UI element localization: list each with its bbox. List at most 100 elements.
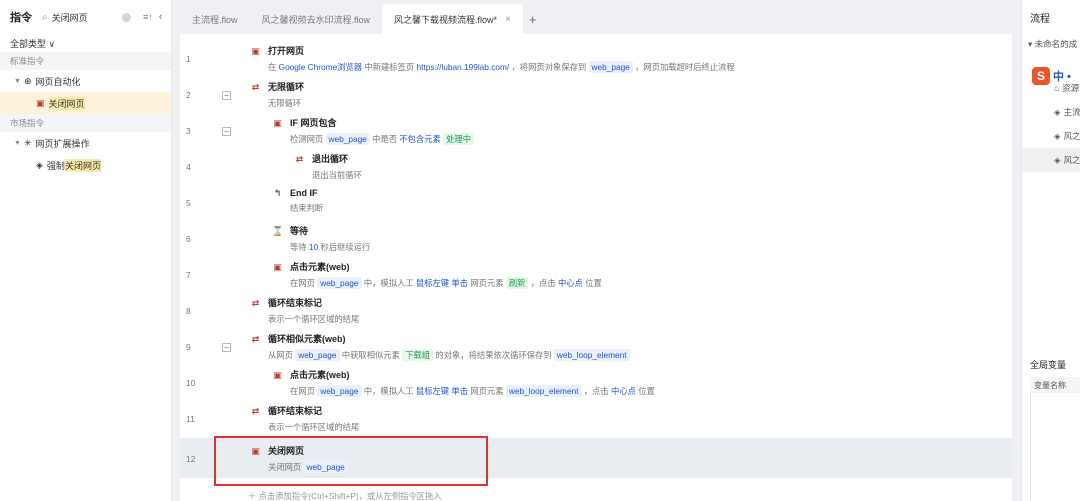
variable-tag[interactable]: web_page: [317, 385, 362, 397]
variable-tag[interactable]: web_page: [317, 277, 362, 289]
group-label: 网页扩展操作: [35, 138, 90, 149]
line-number: 6: [186, 234, 191, 244]
search-icon: ⌕: [42, 11, 48, 23]
command-loop-end[interactable]: ⇄ 循环结束标记 表示一个循环区域的结尾: [250, 404, 360, 433]
add-command-hint[interactable]: ＋ 点击添加指令(Ctrl+Shift+P)，或从左侧指令区拖入: [248, 490, 442, 501]
command-desc: 退出当前循环: [312, 170, 362, 180]
flow-step[interactable]: 1 ▣ 打开网页 在 Google Chrome浏览器 中新建标签页 https:…: [180, 40, 1012, 76]
line-number: 11: [186, 414, 195, 424]
flow-step[interactable]: 6 ⌛ 等待 等待 10 秒后继续运行: [180, 220, 1012, 256]
element-tag[interactable]: 处理中: [443, 133, 475, 145]
spider-icon: ✳: [24, 137, 32, 148]
flow-step[interactable]: 10 ▣ 点击元素(web) 在网页 web_page 中，模拟人工 鼠标左键 单…: [180, 364, 1012, 400]
tree-group-web-extension[interactable]: ▼ ✳ 网页扩展操作: [0, 132, 171, 154]
flow-step[interactable]: 7 ▣ 点击元素(web) 在网页 web_page 中，模拟人工 鼠标左键 单击…: [180, 256, 1012, 292]
flow-step[interactable]: 5 ↰ End IF 结束判断: [180, 184, 1012, 220]
highlight-box: [214, 436, 488, 486]
command-desc: 等待 10 秒后继续运行: [290, 242, 371, 252]
loop-icon: ⇄: [251, 81, 260, 92]
command-click-element[interactable]: ▣ 点击元素(web) 在网页 web_page 中，模拟人工 鼠标左键 单击 网…: [272, 368, 655, 397]
section-standard: 标准指令: [0, 52, 171, 70]
flow-step[interactable]: 8 ⇄ 循环结束标记 表示一个循环区域的结尾: [180, 292, 1012, 328]
element-tag[interactable]: 刷新: [505, 277, 529, 289]
leaf-label: 关闭网页: [48, 96, 85, 110]
variables-table-body: [1030, 393, 1080, 501]
variable-tag[interactable]: web_page: [588, 61, 633, 73]
tree-item-flow[interactable]: ◈ 风之: [1022, 124, 1080, 148]
category-filter[interactable]: 全部类型 ∨: [0, 34, 171, 52]
flow-step[interactable]: 2 − ⇄ 无限循环 无限循环: [180, 76, 1012, 112]
element-tag[interactable]: 下载组: [402, 349, 434, 361]
leaf-label-highlight: 关闭网页: [64, 158, 101, 172]
expand-arrow-icon[interactable]: ▼: [14, 78, 24, 85]
variable-tag[interactable]: web_page: [295, 349, 340, 361]
search-value[interactable]: 关闭网页: [52, 11, 88, 24]
flow-step[interactable]: 4 ⇄ 退出循环 退出当前循环: [180, 148, 1012, 184]
command-title: 循环结束标记: [268, 298, 323, 308]
sort-icon[interactable]: ≡↑: [143, 12, 153, 22]
command-wait[interactable]: ⌛ 等待 等待 10 秒后继续运行: [272, 224, 370, 253]
browser-window-icon: ▣: [36, 97, 45, 108]
command-loop-similar-elements[interactable]: ⇄ 循环相似元素(web) 从网页 web_page 中获取相似元素 下载组 的对…: [250, 332, 630, 361]
variable-tag[interactable]: web_loop_element: [553, 349, 630, 361]
command-title: 等待: [290, 226, 309, 236]
command-title: 循环相似元素(web): [268, 334, 346, 344]
line-number: 3: [186, 126, 191, 136]
flow-step[interactable]: 3 − ▣ IF 网页包含 检测网页 web_page 中是否 不包含元素 处理中: [180, 112, 1012, 148]
collapse-panel-icon[interactable]: ‹: [159, 11, 163, 23]
command-desc: 在网页 web_page 中，模拟人工 鼠标左键 单击 网页元素 web_loo…: [290, 385, 655, 397]
tab-bar: 主流程.flow 风之馨视频去水印流程.flow 风之馨下载视频流程.flow*…: [172, 0, 1021, 34]
command-if-page-contains[interactable]: ▣ IF 网页包含 检测网页 web_page 中是否 不包含元素 处理中: [272, 116, 475, 145]
fold-toggle[interactable]: −: [222, 127, 231, 136]
end-if-icon: ↰: [273, 188, 282, 198]
variable-tag[interactable]: web_page: [325, 133, 370, 145]
sogou-logo-icon: S: [1032, 67, 1050, 85]
loop-elements-icon: ⇄: [251, 333, 260, 344]
command-title: 点击元素(web): [290, 370, 350, 380]
tab-main-flow[interactable]: 主流程.flow: [180, 4, 250, 34]
command-loop-end[interactable]: ⇄ 循环结束标记 表示一个循环区域的结尾: [250, 296, 360, 325]
command-panel-header: 指令 ⌕ 关闭网页 ≡↑ ‹: [0, 0, 171, 34]
close-tab-icon[interactable]: ×: [505, 14, 511, 25]
command-desc: 表示一个循环区域的结尾: [268, 422, 360, 432]
variable-name-header: 变量名称: [1030, 377, 1080, 393]
flow-step[interactable]: 11 ⇄ 循环结束标记 表示一个循环区域的结尾: [180, 400, 1012, 436]
command-infinite-loop[interactable]: ⇄ 无限循环 无限循环: [250, 80, 304, 109]
fold-toggle[interactable]: −: [222, 343, 231, 352]
line-number: 9: [186, 342, 191, 352]
global-variables-section: 全局变量 变量名称: [1022, 355, 1080, 501]
global-variables-title: 全局变量: [1030, 359, 1067, 370]
command-open-page[interactable]: ▣ 打开网页 在 Google Chrome浏览器 中新建标签页 https://…: [250, 44, 735, 73]
expand-arrow-icon[interactable]: ▼: [14, 140, 24, 147]
search-input[interactable]: ⌕ 关闭网页: [42, 11, 118, 24]
ime-mode-indicator[interactable]: 中 •: [1053, 68, 1071, 84]
section-market: 市场指令: [0, 114, 171, 132]
command-click-element[interactable]: ▣ 点击元素(web) 在网页 web_page 中，模拟人工 鼠标左键 单击 网…: [272, 260, 602, 289]
variable-tag[interactable]: web_loop_element: [505, 385, 582, 397]
flow-panel-title: 流程: [1030, 13, 1050, 25]
flow-panel: 流程 ▾ 未命名的成 S 中 • ⌂ 资源 ◈ 主流 ◈ 风之 ◈ 风之 全局变量 变量…: [1021, 0, 1080, 501]
command-exit-loop[interactable]: ⇄ 退出循环 退出当前循环: [294, 152, 362, 181]
command-end-if[interactable]: ↰ End IF 结束判断: [272, 188, 323, 214]
tree-group-web-automation[interactable]: ▼ ⊕ 网页自动化: [0, 70, 171, 92]
fold-toggle[interactable]: −: [222, 91, 231, 100]
project-tree-root[interactable]: ▾ 未命名的成: [1022, 34, 1080, 54]
command-title: 无限循环: [268, 82, 305, 92]
command-title: IF 网页包含: [290, 118, 337, 128]
line-number: 8: [186, 306, 191, 316]
line-number: 2: [186, 90, 191, 100]
tree-leaf-force-close[interactable]: ◈ 强制 关闭网页: [0, 154, 171, 176]
tree-leaf-close-page[interactable]: ▣ 关闭网页: [0, 92, 171, 114]
clear-search-icon[interactable]: [122, 12, 131, 22]
tree-item-main-flow[interactable]: ◈ 主流: [1022, 100, 1080, 124]
command-desc: 从网页 web_page 中获取相似元素 下载组 的对象，将结果依次循环保存到 …: [250, 349, 630, 361]
command-title: End IF: [290, 188, 318, 198]
tab-watermark-flow[interactable]: 风之馨视频去水印流程.flow: [250, 4, 383, 34]
command-title: 打开网页: [268, 46, 305, 56]
ime-toolbar[interactable]: S 中 •: [1032, 66, 1080, 86]
tree-item-flow-selected[interactable]: ◈ 风之: [1022, 148, 1080, 172]
add-tab-button[interactable]: +: [523, 4, 543, 34]
tab-download-flow[interactable]: 风之馨下载视频流程.flow* ×: [382, 4, 523, 34]
flow-step[interactable]: 9 − ⇄ 循环相似元素(web) 从网页 web_page 中获取相似元素 下载…: [180, 328, 1012, 364]
tab-label: 主流程.flow: [192, 14, 238, 25]
